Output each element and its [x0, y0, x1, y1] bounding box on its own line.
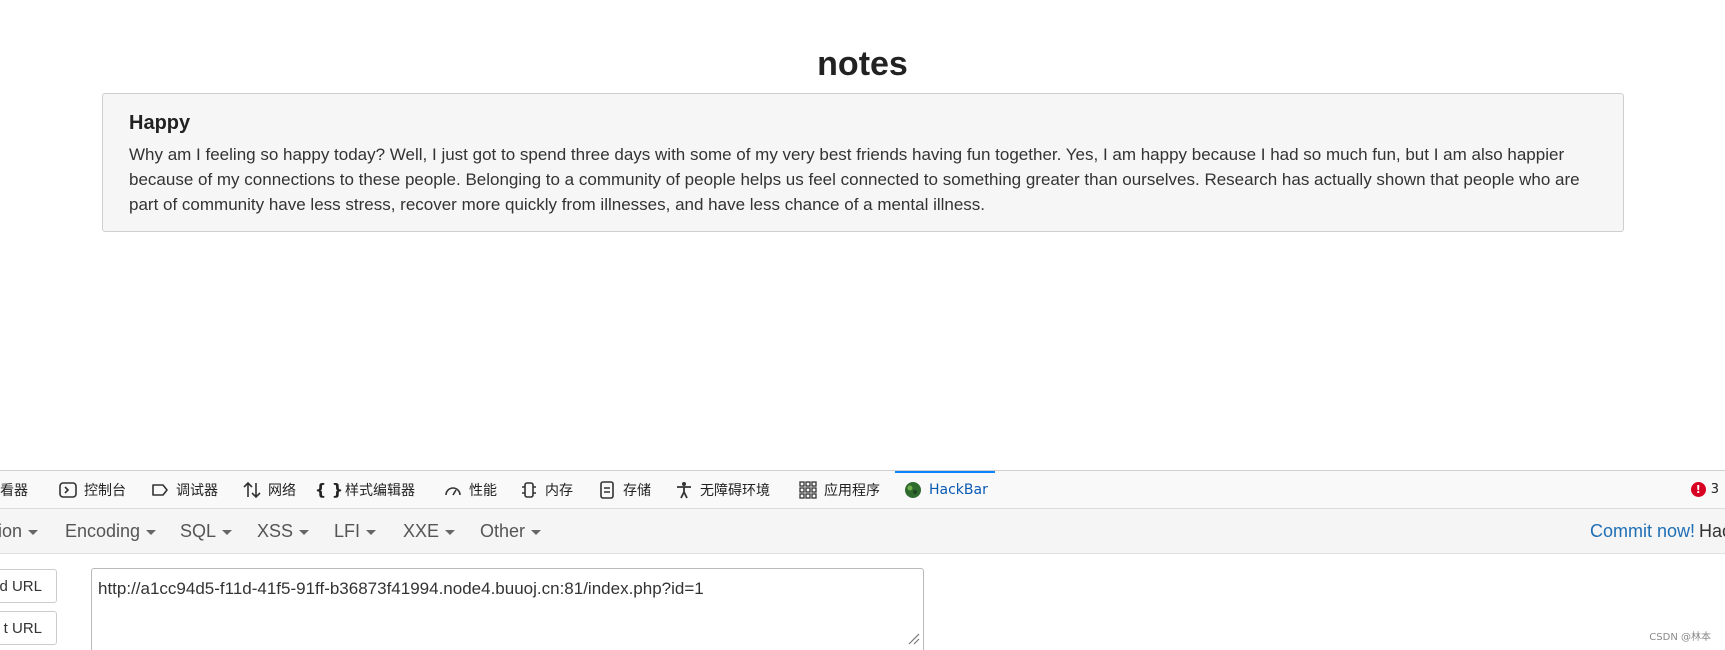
menu-label: Encoding	[65, 520, 141, 541]
memory-icon	[518, 479, 540, 501]
devtools-toolbar: 查看器 控制台 调试器 网络 { } 样式编辑器	[0, 471, 1725, 509]
menu-xss[interactable]: XSS	[257, 509, 310, 553]
caret-down-icon	[299, 530, 310, 535]
page-title: notes	[817, 45, 908, 83]
tab-label: 应用程序	[824, 482, 880, 499]
menu-other[interactable]: Other	[480, 509, 542, 553]
menu-label: ion	[0, 520, 23, 541]
tab-label: 网络	[268, 482, 296, 499]
tab-console[interactable]: 控制台	[57, 471, 126, 508]
menu-lfi[interactable]: LFI	[334, 509, 377, 553]
url-textarea[interactable]: http://a1cc94d5-f11d-41f5-91ff-b36873f41…	[91, 568, 924, 650]
style-editor-icon: { }	[314, 480, 344, 499]
devtools-panel: 查看器 控制台 调试器 网络 { } 样式编辑器	[0, 470, 1725, 650]
hackbar-menu: ion Encoding SQL XSS LFI XXE Other Commi…	[0, 509, 1725, 554]
note-body: Why am I feeling so happy today? Well, I…	[129, 145, 1580, 214]
tab-label: 内存	[545, 482, 573, 499]
caret-down-icon	[366, 530, 377, 535]
tab-application[interactable]: 应用程序	[797, 471, 880, 508]
commit-suffix-text: Hac	[1699, 520, 1725, 541]
performance-icon	[442, 479, 464, 501]
note-card: Happy Why am I feeling so happy today? W…	[102, 93, 1624, 232]
tab-label: 样式编辑器	[345, 482, 415, 499]
tab-hackbar[interactable]: HackBar	[895, 471, 995, 508]
tab-label: 性能	[469, 482, 497, 499]
tab-network[interactable]: 网络	[241, 471, 296, 508]
caret-down-icon	[222, 530, 233, 535]
menu-label: SQL	[180, 520, 217, 541]
tab-storage[interactable]: 存储	[596, 471, 651, 508]
menu-action[interactable]: ion	[0, 509, 39, 553]
tab-label: 调试器	[176, 482, 218, 499]
tab-label: 无障碍环境	[700, 482, 770, 499]
commit-now-link[interactable]: Commit now!	[1590, 521, 1695, 542]
caret-down-icon	[445, 530, 456, 535]
tab-label: 查看器	[0, 482, 28, 499]
console-icon	[57, 479, 79, 501]
network-icon	[241, 479, 263, 501]
tab-debugger[interactable]: 调试器	[149, 471, 218, 508]
tab-label: 控制台	[84, 482, 126, 499]
tab-label: 存储	[623, 482, 651, 499]
caret-down-icon	[531, 530, 542, 535]
menu-label: XSS	[257, 520, 294, 541]
menu-label: LFI	[334, 520, 361, 541]
tab-style-editor[interactable]: { } 样式编辑器	[314, 471, 415, 508]
caret-down-icon	[28, 530, 39, 535]
menu-xxe[interactable]: XXE	[403, 509, 456, 553]
resize-grip-icon[interactable]	[906, 631, 920, 645]
commit-link-area: Commit now! Hac	[1590, 509, 1725, 553]
tab-inspector[interactable]: 查看器	[0, 471, 28, 508]
menu-label: Other	[480, 520, 526, 541]
menu-label: XXE	[403, 520, 440, 541]
menu-sql[interactable]: SQL	[180, 509, 233, 553]
debugger-icon	[149, 479, 171, 501]
application-icon	[797, 479, 819, 501]
tab-accessibility[interactable]: 无障碍环境	[673, 471, 770, 508]
watermark: CSDN @林本	[1649, 632, 1711, 643]
storage-icon	[596, 479, 618, 501]
error-count: 3	[1710, 482, 1719, 497]
tab-memory[interactable]: 内存	[518, 471, 573, 508]
note-title: Happy	[129, 112, 191, 134]
error-count-badge[interactable]: ! 3	[1690, 471, 1719, 508]
split-url-button[interactable]: t URL	[0, 611, 57, 645]
caret-down-icon	[146, 530, 157, 535]
tab-label: HackBar	[929, 481, 988, 498]
load-url-button[interactable]: d URL	[0, 569, 57, 603]
error-icon: !	[1690, 482, 1706, 497]
tab-performance[interactable]: 性能	[442, 471, 497, 508]
accessibility-icon	[673, 479, 695, 501]
hackbar-icon	[902, 479, 924, 501]
menu-encoding[interactable]: Encoding	[65, 509, 157, 553]
